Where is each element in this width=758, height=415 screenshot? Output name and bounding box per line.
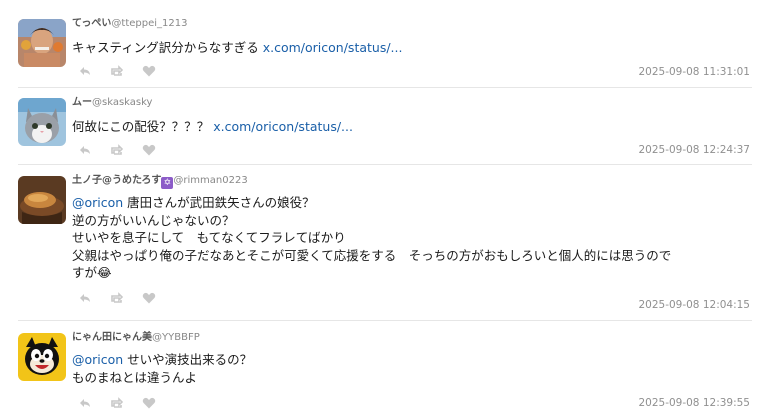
tweet-body: キャスティング訳分からなすぎる x.com/oricon/status/... xyxy=(72,39,752,57)
reply-icon[interactable] xyxy=(78,395,92,409)
like-icon[interactable] xyxy=(142,142,156,156)
divider xyxy=(18,87,752,88)
avatar[interactable] xyxy=(18,19,66,67)
tweet-link[interactable]: x.com/oricon/status/... xyxy=(263,40,403,55)
user-name[interactable]: 土ノ子@うめたろす xyxy=(72,175,161,186)
timestamp[interactable]: 2025-09-08 12:24:37 xyxy=(638,144,750,156)
timestamp[interactable]: 2025-09-08 12:39:55 xyxy=(638,397,750,409)
avatar[interactable] xyxy=(18,98,66,146)
tweet-body: @oricon せいや演技出来るの？ ものまねとは違うんよ xyxy=(72,351,752,386)
user-name[interactable]: にゃん田にゃん美 xyxy=(72,332,152,343)
timestamp[interactable]: 2025-09-08 12:04:15 xyxy=(638,299,750,311)
tweet-link[interactable]: x.com/oricon/status/... xyxy=(213,119,353,134)
avatar[interactable] xyxy=(18,176,66,224)
user-handle[interactable]: @skaskasky xyxy=(92,97,152,108)
tweet-header: ムー@skaskasky xyxy=(72,96,152,110)
tweet-header: にゃん田にゃん美@YYBBFP xyxy=(72,331,200,345)
tweet-line: ものまねとは違うんよ xyxy=(72,369,198,385)
tweet-line: せいやを息子にして もてなくてフラレてばかり xyxy=(72,230,346,245)
user-handle[interactable]: @rimman0223 xyxy=(173,175,247,186)
user-name[interactable]: てっぺい xyxy=(72,18,111,29)
retweet-icon[interactable] xyxy=(110,63,124,77)
tweet-header: てっぺい@tteppei_1213 xyxy=(72,17,187,31)
retweet-icon[interactable] xyxy=(110,142,124,156)
tweet-line: @oricon せいや演技出来るの？ xyxy=(72,351,752,369)
divider xyxy=(18,164,752,165)
reply-icon[interactable] xyxy=(78,142,92,156)
retweet-icon[interactable] xyxy=(110,290,124,304)
tweet-text: キャスティング訳分からなすぎる xyxy=(72,40,263,55)
tweet-line: 逆の方がいいんじゃないの？ xyxy=(72,212,235,228)
user-handle[interactable]: @tteppei_1213 xyxy=(111,18,187,29)
reply-icon[interactable] xyxy=(78,290,92,304)
person-photo-avatar-icon xyxy=(18,19,66,67)
reply-icon[interactable] xyxy=(78,63,92,77)
like-icon[interactable] xyxy=(142,290,156,304)
cartoon-cat-avatar-icon xyxy=(18,333,66,381)
like-icon[interactable] xyxy=(142,395,156,409)
timestamp[interactable]: 2025-09-08 11:31:01 xyxy=(638,66,750,78)
tweet-body: 何故にこの配役？？？？ x.com/oricon/status/... xyxy=(72,118,752,136)
user-handle[interactable]: @YYBBFP xyxy=(152,332,200,343)
tweet-text: 何故にこの配役？？？？ xyxy=(72,119,214,134)
tweet-line: キャスティング訳分からなすぎる x.com/oricon/status/... xyxy=(72,39,752,57)
divider xyxy=(18,320,752,321)
tweet-text: 唐田さんが武田鉄矢さんの娘役？ xyxy=(123,195,315,210)
tweet-text: せいや演技出来るの？ xyxy=(123,352,253,367)
user-name[interactable]: ムー xyxy=(72,97,92,108)
tweet-line: 父親はやっぱり俺の子だなあとそこが可愛くて応援をする そっちの方がおもしろいと個… xyxy=(72,247,672,263)
star-of-david-emoji: ✡ xyxy=(161,177,174,189)
mention-link[interactable]: @oricon xyxy=(72,352,123,367)
food-photo-avatar-icon xyxy=(18,176,66,224)
tweet-line: すが😂 xyxy=(72,265,112,280)
tweet-header: 土ノ子@うめたろす ✡ @rimman0223 xyxy=(72,174,248,189)
mention-link[interactable]: @oricon xyxy=(72,195,123,210)
tweet-line: 何故にこの配役？？？？ x.com/oricon/status/... xyxy=(72,118,752,136)
tweet-body: @oricon 唐田さんが武田鉄矢さんの娘役？ 逆の方がいいんじゃないの？ せい… xyxy=(72,194,752,282)
cat-photo-avatar-icon xyxy=(18,98,66,146)
tweet-line: @oricon 唐田さんが武田鉄矢さんの娘役？ xyxy=(72,194,752,212)
like-icon[interactable] xyxy=(142,63,156,77)
avatar[interactable] xyxy=(18,333,66,381)
retweet-icon[interactable] xyxy=(110,395,124,409)
